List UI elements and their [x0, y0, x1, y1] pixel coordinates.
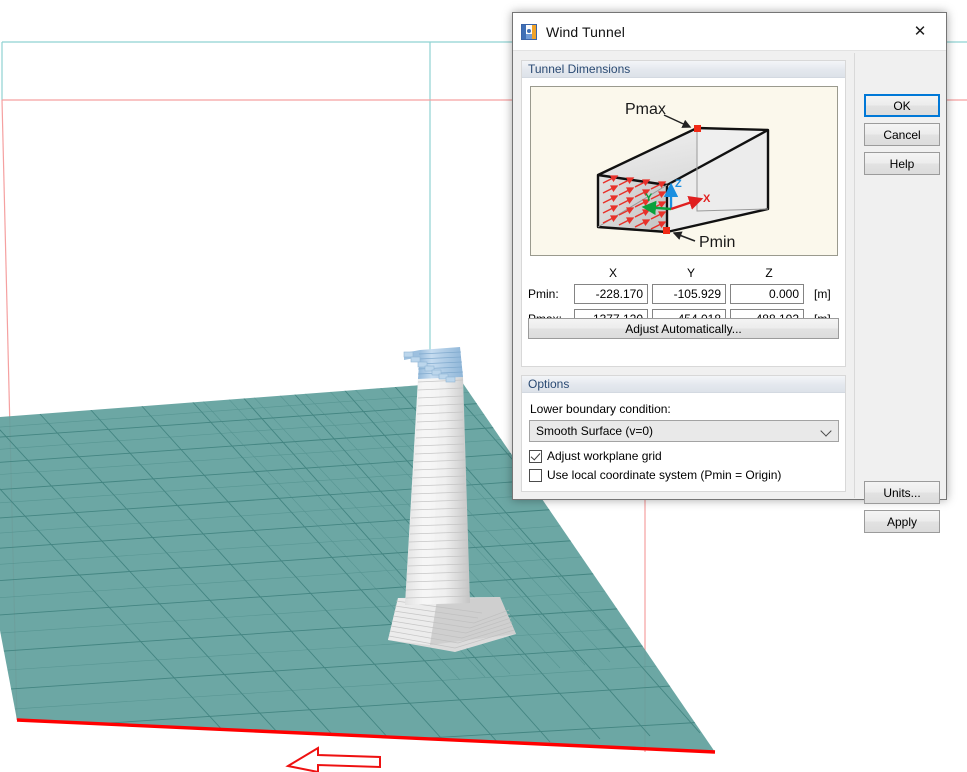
- wind-tunnel-app-icon: [521, 23, 537, 40]
- pmin-y-input[interactable]: [652, 283, 726, 304]
- adjust-workplane-grid-label: Adjust workplane grid: [547, 449, 662, 463]
- cancel-button[interactable]: Cancel: [864, 123, 940, 146]
- ok-button[interactable]: OK: [864, 94, 940, 117]
- chevron-down-icon: [822, 426, 832, 436]
- dialog-title: Wind Tunnel: [546, 23, 625, 40]
- axis-z-label: Z: [675, 178, 682, 190]
- pmin-marker: [663, 227, 670, 234]
- checkbox-icon-unchecked[interactable]: [529, 468, 542, 482]
- close-icon[interactable]: ✕: [898, 14, 942, 50]
- wind-tunnel-dialog[interactable]: Wind Tunnel ✕ Tunnel Dimensions Pmax Pmi…: [512, 12, 948, 533]
- dialog-titlebar[interactable]: Wind Tunnel ✕: [513, 13, 946, 51]
- column-header-z: Z: [765, 265, 773, 280]
- tunnel-illustration: Pmax Pmin Z X Y: [530, 86, 838, 256]
- units-button[interactable]: Units...: [864, 481, 940, 504]
- column-header-x: X: [608, 265, 617, 280]
- tunnel-dimensions-group: Tunnel Dimensions Pmax Pmin Z X Y X Y Z …: [521, 60, 846, 367]
- column-header-y: Y: [686, 265, 695, 280]
- pmin-row-label: Pmin:: [528, 286, 559, 301]
- axis-y-label: Y: [645, 192, 653, 204]
- dialog-button-column: OK Cancel Help Units... Apply: [853, 51, 948, 533]
- wind-direction-arrow: [285, 746, 381, 772]
- button-column-divider: [854, 53, 855, 498]
- options-group-title: Options: [522, 376, 845, 393]
- pmin-z-input[interactable]: [730, 283, 804, 304]
- axis-x-label: X: [703, 193, 711, 205]
- pmin-row: Pmin: [m]: [528, 281, 840, 306]
- adjust-automatically-button[interactable]: Adjust Automatically...: [528, 318, 839, 339]
- use-local-coordinate-system-checkbox-row[interactable]: Use local coordinate system (Pmin = Orig…: [529, 468, 781, 482]
- options-group: Options Lower boundary condition: Smooth…: [521, 375, 846, 492]
- checkbox-icon-checked[interactable]: [529, 449, 542, 463]
- pmax-marker: [694, 125, 701, 132]
- tunnel-illustration-svg: Pmax Pmin Z X Y: [596, 101, 770, 251]
- pmax-label: Pmax: [625, 101, 666, 118]
- pmin-unit: [m]: [814, 286, 831, 301]
- coordinate-header-row: X Y Z: [528, 264, 840, 281]
- tunnel-dimensions-group-title: Tunnel Dimensions: [522, 61, 845, 78]
- apply-button[interactable]: Apply: [864, 510, 940, 533]
- lower-boundary-condition-label: Lower boundary condition:: [530, 402, 671, 416]
- help-button[interactable]: Help: [864, 152, 940, 175]
- adjust-workplane-grid-checkbox-row[interactable]: Adjust workplane grid: [529, 449, 662, 463]
- lower-boundary-condition-select[interactable]: Smooth Surface (v=0): [529, 420, 839, 442]
- dialog-body: Tunnel Dimensions Pmax Pmin Z X Y X Y Z …: [513, 51, 948, 533]
- use-local-coordinate-system-label: Use local coordinate system (Pmin = Orig…: [547, 468, 782, 482]
- pmin-x-input[interactable]: [574, 283, 648, 304]
- pmin-label: Pmin: [699, 234, 735, 251]
- lower-boundary-condition-value: Smooth Surface (v=0): [536, 424, 654, 438]
